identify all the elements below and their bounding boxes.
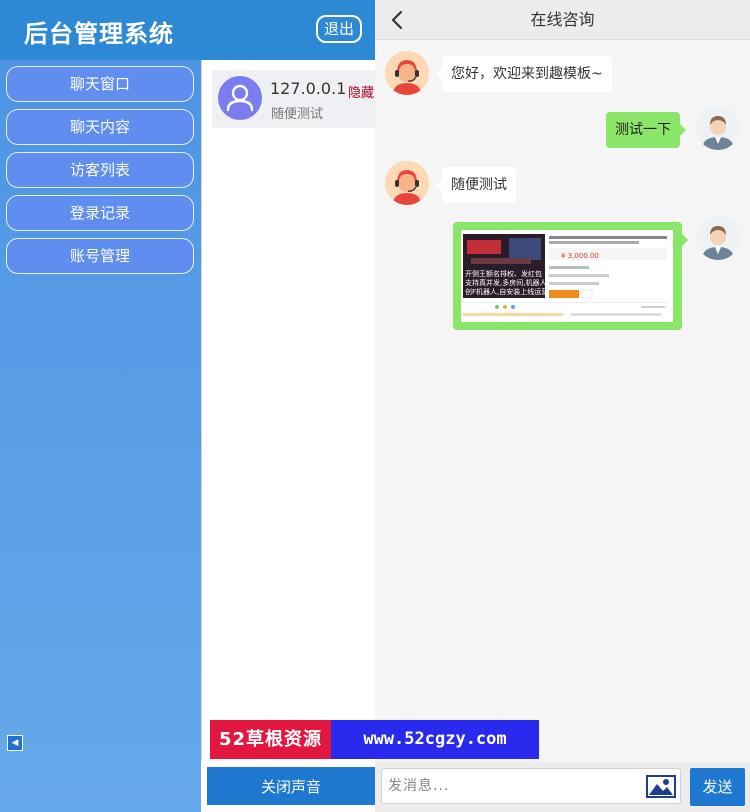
agent-avatar-icon — [385, 51, 429, 95]
agent-avatar-icon — [385, 161, 429, 205]
chat-header: 在线咨询 — [375, 0, 750, 40]
user-avatar-icon — [696, 106, 740, 150]
menu-item-account-management[interactable]: 账号管理 — [6, 238, 194, 274]
back-arrow-icon[interactable] — [389, 9, 405, 31]
visitor-ip: 127.0.0.1 — [270, 79, 347, 98]
chat-message-agent: 随便测试 — [436, 167, 516, 203]
chat-image-message[interactable]: ¥ 3,000.00 开侧王额名排权、发红包 支持真并发,多房间,机器人 创F机… — [453, 222, 688, 330]
visitor-hide-tag[interactable]: 隐藏 — [348, 82, 374, 101]
image-upload-icon[interactable] — [646, 775, 676, 798]
message-input[interactable] — [381, 768, 681, 804]
menu-item-visitor-list[interactable]: 访客列表 — [6, 152, 194, 188]
admin-title: 后台管理系统 — [24, 20, 174, 48]
watermark-brand: 52草根资源 — [210, 720, 331, 759]
watermark-banner: 52草根资源 www.52cgzy.com — [210, 720, 539, 759]
user-avatar-icon — [696, 216, 740, 260]
chat-image-thumbnail[interactable]: ¥ 3,000.00 开侧王额名排权、发红包 支持真并发,多房间,机器人 创F机… — [461, 230, 673, 322]
chat-title: 在线咨询 — [530, 10, 595, 29]
menu-item-chat-content[interactable]: 聊天内容 — [6, 109, 194, 145]
visitor-last-message: 随便测试 — [271, 107, 324, 122]
visitor-avatar-icon — [218, 76, 262, 120]
watermark-url: www.52cgzy.com — [331, 720, 539, 759]
chat-panel: 在线咨询 您好，欢迎来到趣模板~ 测试一下 随便测试 ¥ 3,000.00 开侧… — [375, 0, 750, 762]
thumbnail-price: ¥ 3,000.00 — [561, 252, 599, 260]
admin-header: 后台管理系统 退出 — [0, 0, 375, 60]
logout-button[interactable]: 退出 — [316, 15, 362, 43]
visitor-list-item[interactable]: 127.0.0.1 隐藏 随便测试 — [212, 70, 387, 128]
thumbnail-caption-line3: 创F机器人,自安装上线运营 — [465, 287, 548, 296]
send-button[interactable]: 发送 — [690, 768, 745, 806]
message-input-bar: 发送 — [375, 762, 750, 812]
menu-item-chat-window[interactable]: 聊天窗口 — [6, 66, 194, 102]
sidebar: 聊天窗口 聊天内容 访客列表 登录记录 账号管理 — [0, 60, 201, 812]
thumbnail-caption-line2: 支持真并发,多房间,机器人 — [465, 278, 546, 287]
toggle-sound-button[interactable]: 关闭声音 — [207, 767, 375, 805]
chat-message-agent: 您好，欢迎来到趣模板~ — [436, 56, 612, 92]
menu-item-login-records[interactable]: 登录记录 — [6, 195, 194, 231]
chat-message-user: 测试一下 — [606, 112, 686, 148]
collapse-sidebar-icon[interactable]: ◀ — [7, 735, 23, 751]
visitor-panel: 127.0.0.1 隐藏 随便测试 — [201, 60, 387, 760]
thumbnail-caption-line1: 开侧王额名排权、发红包 — [465, 269, 542, 278]
